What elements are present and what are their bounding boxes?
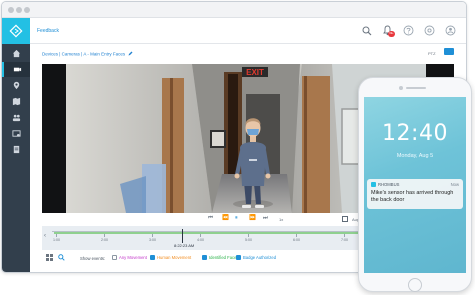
- timeline-time-label: 2:00: [101, 238, 108, 242]
- timeline-tick: [248, 234, 249, 237]
- sidebar-item-maps[interactable]: [2, 94, 30, 109]
- skip-forward-button[interactable]: ⏭: [263, 215, 268, 222]
- pencil-icon[interactable]: [128, 51, 133, 56]
- notification-time: Now: [450, 182, 459, 187]
- phone-mockup: 12:40 Monday, Aug 5 RHOMBUS Now Mike's s…: [358, 77, 472, 292]
- stage: Feedback 99+ Devices | Cameras | A - Mai…: [0, 0, 475, 295]
- timeline-tick: [152, 234, 153, 237]
- timeline-tick: [344, 234, 345, 237]
- rhombus-logo-icon: [9, 24, 23, 38]
- search-icon: [362, 26, 371, 35]
- rewind-button[interactable]: ⏪: [222, 215, 229, 221]
- timeline-time-label: 4:00: [197, 238, 204, 242]
- event-filter-label: Human Movement: [157, 255, 192, 260]
- account-button[interactable]: [444, 24, 457, 37]
- location-icon: [13, 81, 19, 90]
- sidebar-item-locations[interactable]: [2, 78, 30, 93]
- playback-speed[interactable]: 1x: [279, 217, 283, 222]
- help-button[interactable]: [402, 24, 415, 37]
- event-filter-badge-authorized[interactable]: Badge Authorized: [236, 255, 276, 260]
- home-icon: [12, 49, 20, 58]
- sidebar-item-cameras[interactable]: [2, 62, 30, 77]
- window-minimize-dot[interactable]: [16, 7, 22, 13]
- window-titlebar: [2, 2, 466, 18]
- push-notification[interactable]: RHOMBUS Now Mike's sensor has arrived th…: [367, 179, 463, 209]
- zoom-icon[interactable]: [58, 254, 65, 261]
- timeline-tick: [104, 234, 105, 237]
- window-close-dot[interactable]: [8, 7, 14, 13]
- notification-app-name: RHOMBUS: [378, 182, 400, 187]
- timeline-tick: [296, 234, 297, 237]
- breadcrumb-text[interactable]: Devices | Cameras | A - Main Entry Faces: [42, 52, 125, 57]
- sidebar-item-home[interactable]: [2, 46, 30, 61]
- report-icon: [13, 145, 19, 154]
- sidebar: [2, 18, 30, 272]
- timeline-time-label: 5:00: [245, 238, 252, 242]
- rhombus-logo[interactable]: [2, 18, 30, 44]
- phone-speaker: [406, 87, 426, 89]
- ptz-label: PTZ: [428, 51, 436, 56]
- notification-message: Mike's sensor has arrived through the ba…: [371, 190, 454, 203]
- phone-camera: [399, 86, 403, 90]
- sidebar-item-people[interactable]: [2, 110, 30, 125]
- ptz-toggle-button[interactable]: [444, 48, 454, 55]
- notification-badge: 99+: [388, 31, 395, 37]
- event-checkbox[interactable]: [150, 255, 155, 260]
- timeline-cursor[interactable]: [182, 229, 183, 243]
- timeline-time-label: 1:00: [53, 238, 60, 242]
- timeline-tick: [200, 234, 201, 237]
- timeline-time-label: 3:00: [149, 238, 156, 242]
- notifications-button[interactable]: 99+: [381, 24, 395, 37]
- settings-button[interactable]: [423, 24, 436, 37]
- lock-screen-time: 12:40: [382, 121, 448, 146]
- event-checkbox[interactable]: [236, 255, 241, 260]
- timeline-time-label: 6:00: [293, 238, 300, 242]
- event-filter-label: Any Movement: [119, 255, 147, 260]
- rhombus-app-icon: [371, 182, 376, 187]
- phone-lock-screen: 12:40 Monday, Aug 5 RHOMBUS Now Mike's s…: [364, 97, 466, 273]
- event-filter-label: Badge Authorized: [243, 255, 277, 260]
- sidebar-item-video-settings[interactable]: [2, 126, 30, 141]
- group-icon: [12, 114, 20, 122]
- skip-back-button[interactable]: ⏮: [208, 215, 213, 222]
- feedback-link[interactable]: Feedback: [37, 28, 59, 34]
- event-checkbox[interactable]: [202, 255, 207, 260]
- timeline-left-arrow[interactable]: ‹: [44, 233, 46, 239]
- calendar-icon[interactable]: [342, 216, 348, 222]
- help-icon: [403, 25, 414, 36]
- top-header: Feedback 99+: [30, 18, 466, 44]
- event-filter-any-movement[interactable]: Any Movement: [112, 255, 147, 260]
- grid-view-icon[interactable]: [46, 254, 53, 261]
- user-icon: [445, 25, 456, 36]
- event-filter-label: Identified Faces: [209, 255, 239, 260]
- sidebar-item-reports[interactable]: [2, 142, 30, 157]
- lock-screen-date: Monday, Aug 5: [396, 153, 434, 159]
- window-maximize-dot[interactable]: [24, 7, 30, 13]
- event-filter-identified-faces[interactable]: Identified Faces: [202, 255, 239, 260]
- event-checkbox[interactable]: [112, 255, 117, 260]
- timeline-time-label: 7:00: [341, 238, 348, 242]
- fast-forward-button[interactable]: ⏩: [249, 215, 256, 221]
- event-filter-human-movement[interactable]: Human Movement: [150, 255, 191, 260]
- show-events-label: Show events:: [80, 256, 106, 261]
- video-settings-icon: [11, 130, 21, 137]
- map-icon: [12, 97, 20, 106]
- phone-home-button[interactable]: [408, 278, 422, 292]
- timeline-cursor-time: 8:22:23 AM: [174, 243, 195, 248]
- breadcrumb[interactable]: Devices | Cameras | A - Main Entry Faces: [42, 51, 133, 57]
- search-button[interactable]: [360, 24, 373, 37]
- exit-sign-text: EXIT: [246, 68, 264, 77]
- camera-icon: [13, 67, 21, 72]
- gear-icon: [424, 25, 435, 36]
- timeline-tick: [56, 234, 57, 237]
- pause-button[interactable]: ⏸: [235, 215, 238, 222]
